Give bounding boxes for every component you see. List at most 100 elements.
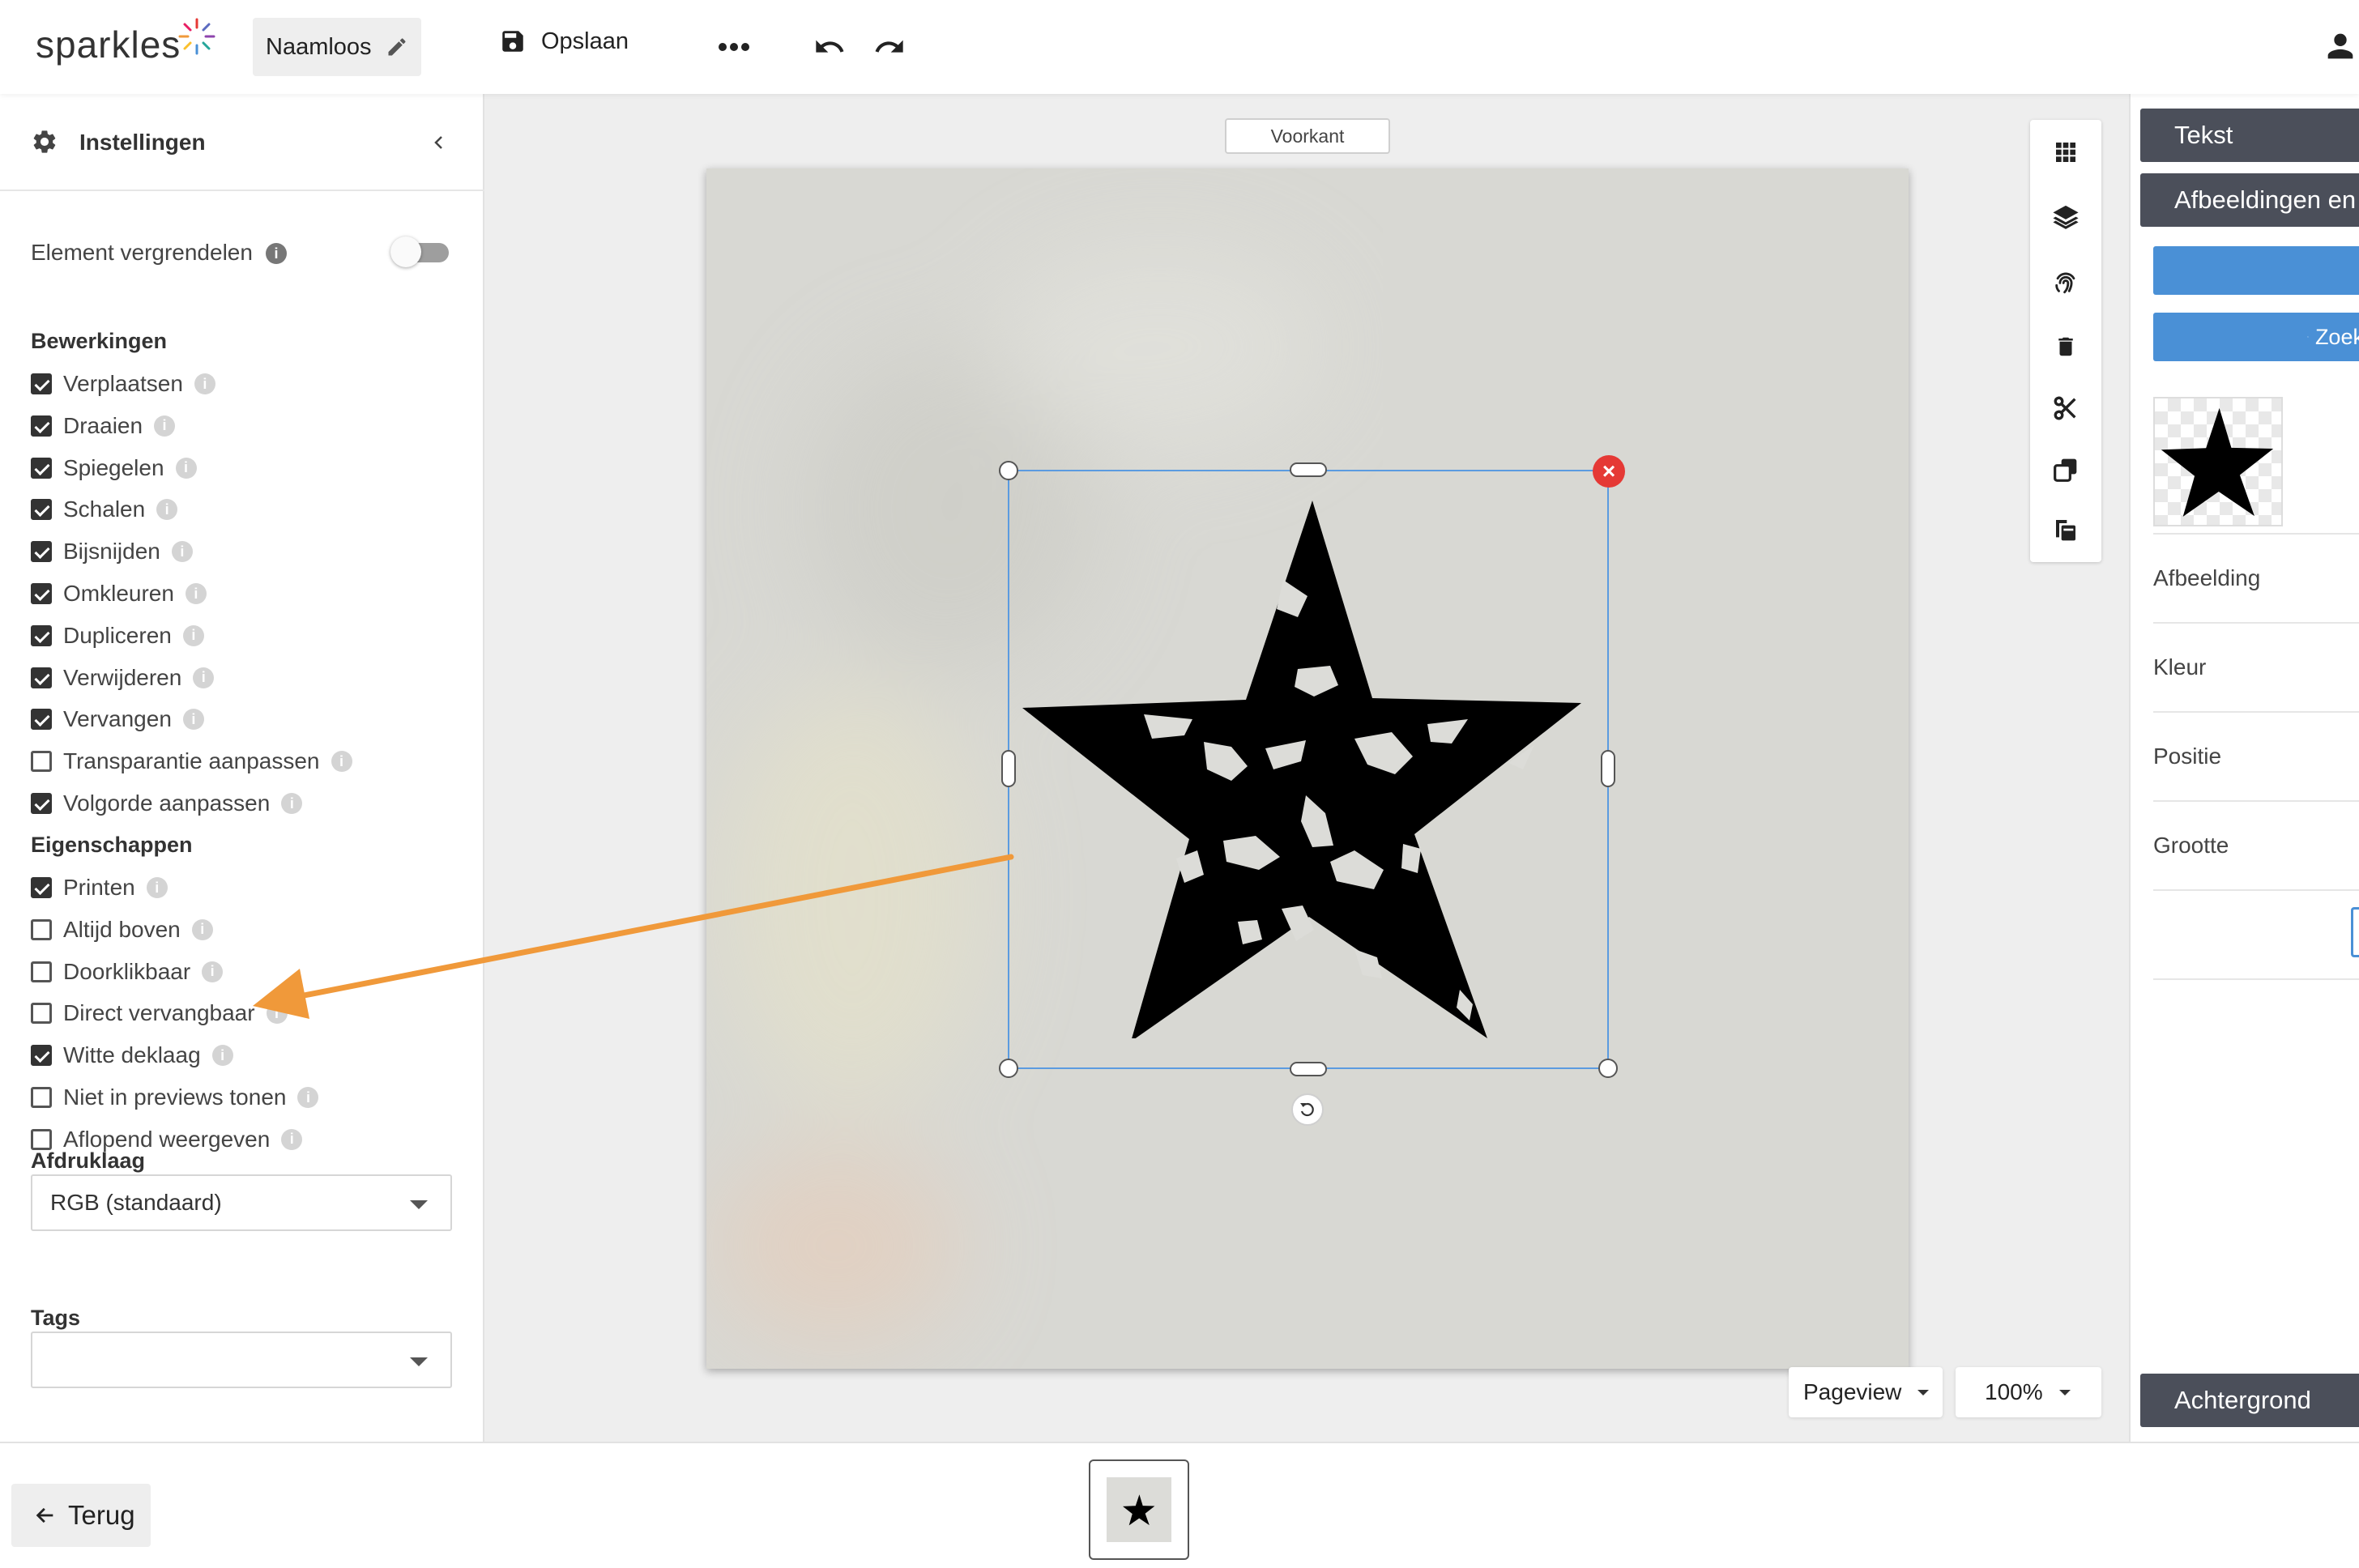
checkbox[interactable] [31, 624, 52, 646]
info-icon[interactable]: i [281, 793, 303, 814]
checkbox-row-verplaatsen[interactable]: Verplaatsen i [31, 368, 215, 400]
upload-button[interactable] [2153, 246, 2359, 295]
print-layer-select[interactable]: RGB (standaard) [31, 1174, 452, 1231]
info-icon[interactable]: i [191, 918, 213, 940]
resize-handle-bottom-right[interactable] [1598, 1059, 1618, 1078]
checkbox[interactable] [31, 373, 52, 394]
star-image-element[interactable] [1022, 496, 1589, 1038]
pageview-dropdown[interactable]: Pageview [1789, 1367, 1943, 1417]
checkbox[interactable] [31, 541, 52, 563]
layers-icon[interactable] [2050, 201, 2082, 233]
resize-handle-bottom[interactable] [1290, 1062, 1327, 1076]
duplicate-icon[interactable] [2050, 454, 2082, 486]
info-icon[interactable]: i [297, 1087, 319, 1108]
checkbox-row-spiegelen[interactable]: Spiegelen i [31, 452, 197, 484]
checkbox[interactable] [31, 499, 52, 521]
checkbox-row-witte-deklaag[interactable]: Witte deklaag i [31, 1039, 233, 1072]
input-field-edge[interactable] [2351, 907, 2359, 957]
page-thumbnail[interactable] [1089, 1459, 1189, 1560]
resize-handle-left[interactable] [1001, 750, 1016, 787]
user-icon[interactable] [2322, 28, 2359, 65]
checkbox-row-verwijderen[interactable]: Verwijderen i [31, 662, 215, 694]
checkbox[interactable] [31, 583, 52, 604]
info-icon[interactable]: i [211, 1045, 233, 1067]
checkbox-row-direct-vervangbaar[interactable]: Direct vervangbaar i [31, 997, 288, 1029]
redo-icon[interactable] [873, 31, 906, 63]
checkbox-row-omkleuren[interactable]: Omkleuren i [31, 577, 207, 610]
info-icon[interactable]: i [185, 583, 207, 604]
checkbox-row-altijd-boven[interactable]: Altijd boven i [31, 914, 213, 946]
more-horizontal-icon[interactable] [716, 29, 752, 65]
tags-select[interactable] [31, 1332, 452, 1388]
trash-icon[interactable] [2050, 330, 2082, 363]
grid-icon[interactable] [2050, 136, 2082, 168]
checkbox[interactable] [31, 877, 52, 898]
info-icon[interactable]: i [182, 624, 204, 646]
checkbox-row-doorklikbaar[interactable]: Doorklikbaar i [31, 956, 224, 988]
property-row-positie[interactable]: Positie [2153, 713, 2359, 802]
checkbox[interactable] [31, 961, 52, 982]
chevron-left-icon[interactable] [429, 133, 449, 152]
back-button[interactable]: Terug [11, 1484, 151, 1547]
fingerprint-icon[interactable] [2050, 266, 2082, 298]
info-icon[interactable]: i [193, 667, 215, 688]
checkbox-row-bijsnijden[interactable]: Bijsnijden i [31, 535, 193, 568]
info-icon[interactable]: i [175, 457, 197, 479]
checkbox[interactable] [31, 793, 52, 814]
search-button[interactable]: Zoeken [2153, 313, 2359, 361]
checkbox[interactable] [31, 1045, 52, 1067]
checkbox[interactable] [31, 667, 52, 688]
info-icon[interactable]: i [154, 415, 176, 437]
checkbox-row-transparantie-aanpassen[interactable]: Transparantie aanpassen i [31, 745, 352, 778]
scissors-icon[interactable] [2050, 392, 2082, 424]
delete-element-button[interactable]: × [1593, 455, 1625, 488]
checkbox-row-niet-in-previews-tonen[interactable]: Niet in previews tonen i [31, 1081, 319, 1114]
resize-handle-top[interactable] [1290, 462, 1327, 477]
info-icon[interactable]: i [146, 877, 168, 898]
checkbox-row-draaien[interactable]: Draaien i [31, 410, 176, 442]
info-icon[interactable]: i [182, 709, 204, 731]
tab-afbeeldingen-en-vormen[interactable]: Afbeeldingen en vormen [2140, 173, 2359, 227]
info-icon[interactable]: i [156, 499, 178, 521]
checkbox[interactable] [31, 709, 52, 731]
resize-handle-bottom-left[interactable] [999, 1059, 1018, 1078]
checkbox[interactable] [31, 1003, 52, 1025]
checkbox[interactable] [31, 415, 52, 437]
info-icon[interactable]: i [281, 1128, 303, 1150]
property-row-kleur[interactable]: Kleur [2153, 624, 2359, 713]
zoom-dropdown[interactable]: 100% [1956, 1367, 2101, 1417]
document-name-field[interactable]: Naamloos [253, 18, 421, 76]
resize-handle-top-left[interactable] [999, 461, 1018, 480]
checkbox-row-dupliceren[interactable]: Dupliceren i [31, 620, 204, 652]
info-icon[interactable]: i [171, 541, 193, 563]
info-icon[interactable]: i [266, 243, 287, 264]
checkbox-row-vervangen[interactable]: Vervangen i [31, 703, 204, 735]
checkbox-row-printen[interactable]: Printen i [31, 871, 168, 904]
tab-achtergrond[interactable]: Achtergrond [2140, 1374, 2359, 1427]
info-icon[interactable]: i [194, 373, 215, 394]
checkbox[interactable] [31, 1128, 52, 1150]
property-row-grootte[interactable]: Grootte [2153, 802, 2359, 891]
image-thumbnail[interactable] [2153, 397, 2283, 526]
property-row-afbeelding[interactable]: Afbeelding [2153, 535, 2359, 624]
info-icon[interactable]: i [266, 1003, 288, 1025]
info-icon[interactable]: i [202, 961, 224, 982]
save-button[interactable]: Opslaan [499, 28, 629, 55]
resize-handle-right[interactable] [1601, 750, 1615, 787]
pencil-icon[interactable] [386, 36, 408, 58]
undo-icon[interactable] [813, 31, 846, 63]
checkbox-label: Witte deklaag [63, 1042, 201, 1068]
checkbox[interactable] [31, 1087, 52, 1108]
checkbox[interactable] [31, 918, 52, 940]
paste-icon[interactable] [2050, 513, 2082, 546]
checkbox-row-schalen[interactable]: Schalen i [31, 493, 178, 526]
side-label-front[interactable]: Voorkant [1225, 118, 1390, 154]
tab-tekst[interactable]: Tekst [2140, 109, 2359, 162]
lock-element-toggle[interactable] [390, 236, 452, 267]
rotate-handle[interactable] [1291, 1093, 1324, 1126]
app-logo[interactable]: sparkles [36, 23, 181, 66]
info-icon[interactable]: i [331, 751, 352, 773]
checkbox[interactable] [31, 751, 52, 773]
checkbox[interactable] [31, 457, 52, 479]
checkbox-row-volgorde-aanpassen[interactable]: Volgorde aanpassen i [31, 787, 303, 820]
